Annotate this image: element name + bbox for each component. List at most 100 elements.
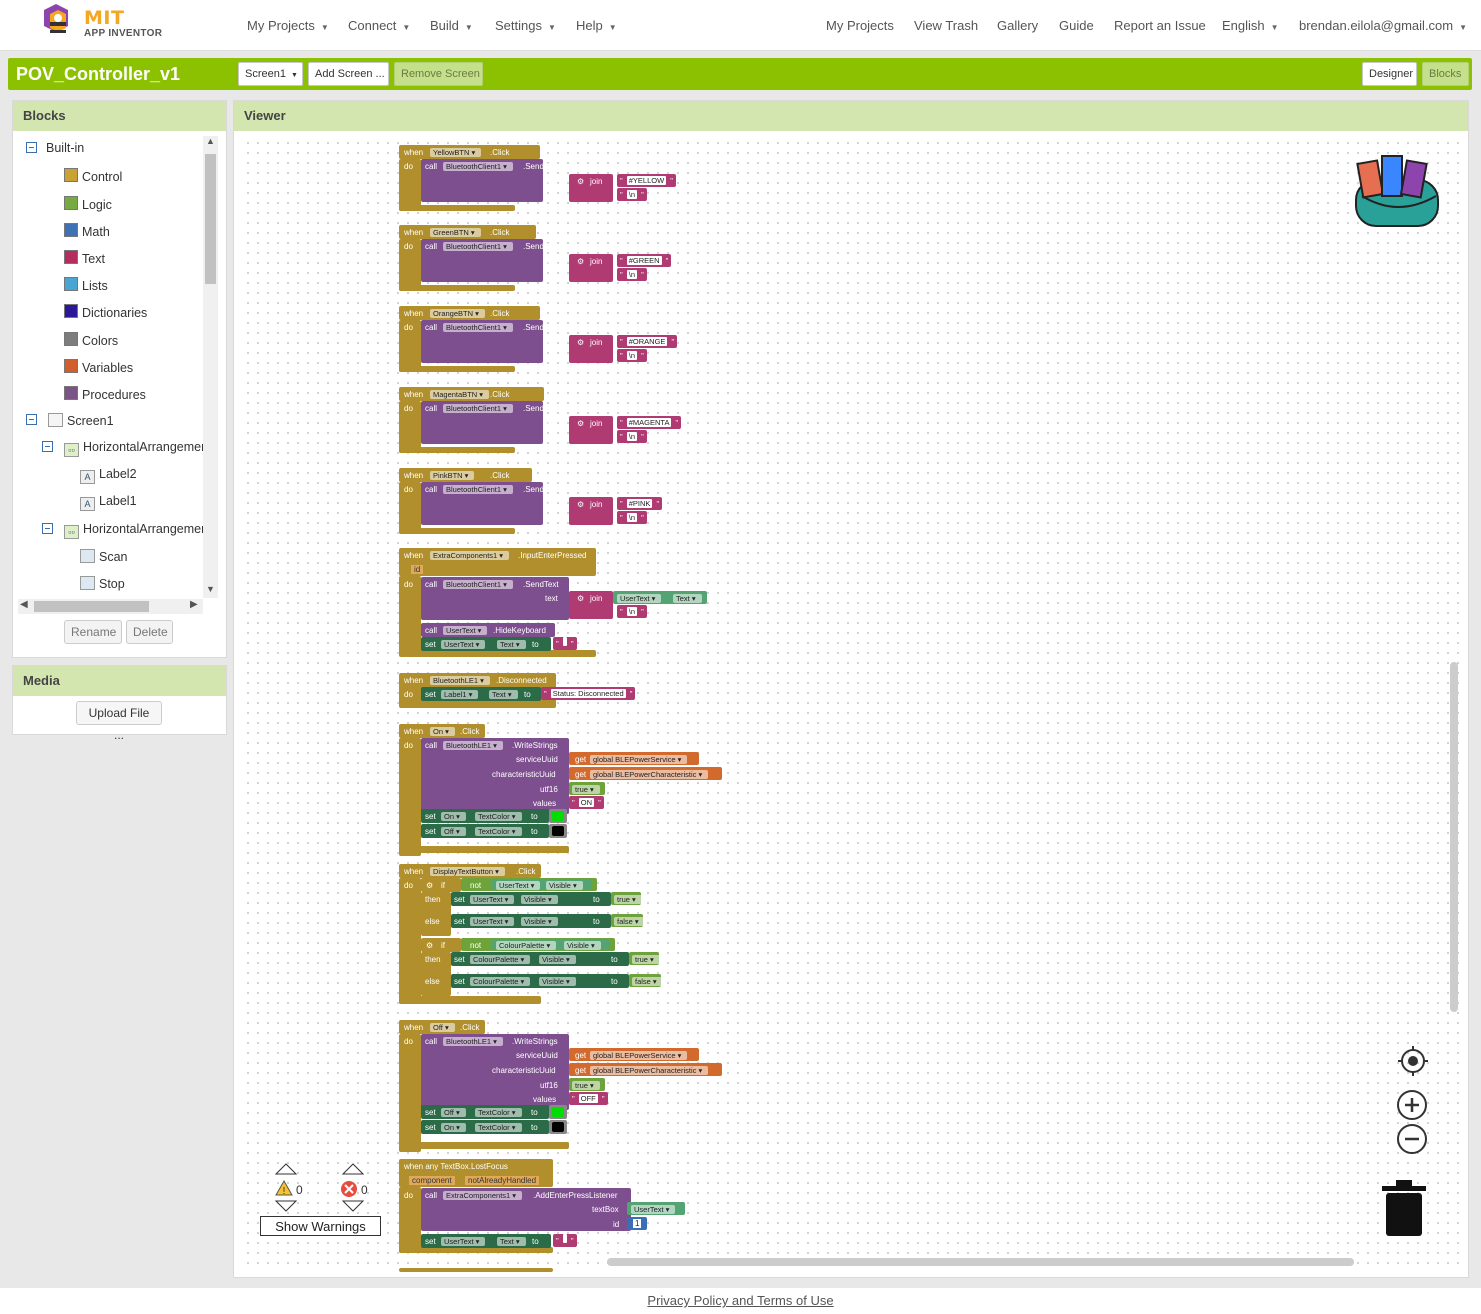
workspace-horizontal-scrollbar[interactable] [607, 1258, 1354, 1266]
nav-gallery[interactable]: Gallery [997, 18, 1038, 33]
nav-report-issue[interactable]: Report an Issue [1114, 18, 1206, 33]
property-dropdown[interactable]: Visible ▾ [564, 941, 601, 950]
component-dropdown[interactable]: On ▾ [441, 1123, 466, 1132]
component-dropdown[interactable]: BluetoothClient1 ▾ [443, 242, 513, 251]
scroll-right-icon[interactable]: ▶ [190, 599, 198, 610]
color-swatch-icon[interactable] [552, 826, 564, 836]
collapse-icon[interactable] [42, 523, 53, 534]
component-dropdown[interactable]: UserText ▾ [443, 626, 488, 635]
text-string-block[interactable]: " #ORANGE " [617, 335, 678, 348]
event-component-dropdown[interactable]: MagentaBTN ▾ [430, 390, 490, 399]
privacy-policy-link[interactable]: Privacy Policy and Terms of Use [647, 1293, 833, 1308]
blocks-button[interactable]: Blocks [1422, 62, 1469, 86]
empty-string-block[interactable]: " " [553, 1234, 577, 1247]
nav-account[interactable]: brendan.eilola@gmail.com ▼ [1299, 18, 1467, 33]
nav-view-trash[interactable]: View Trash [914, 18, 978, 33]
nav-help[interactable]: Help ▼ [576, 18, 617, 33]
value-string-block[interactable]: " OFF " [569, 1092, 608, 1105]
tree-label1[interactable]: A Label1 [80, 494, 137, 511]
event-block-body[interactable] [399, 1034, 421, 1152]
collapse-icon[interactable] [42, 441, 53, 452]
property-dropdown[interactable]: Text ▾ [673, 594, 702, 603]
property-dropdown[interactable]: Visible ▾ [539, 955, 576, 964]
boolean-dropdown[interactable]: true ▾ [632, 955, 660, 964]
property-dropdown[interactable]: Visible ▾ [521, 917, 558, 926]
set-label1-text-block[interactable] [421, 687, 541, 701]
event-component-dropdown[interactable]: YellowBTN ▾ [430, 148, 482, 157]
tree-procedures[interactable]: Procedures [64, 386, 146, 402]
scroll-thumb[interactable] [205, 154, 216, 284]
event-block-bottom[interactable] [399, 205, 515, 211]
boolean-dropdown[interactable]: true ▾ [614, 895, 642, 904]
newline-string-block[interactable]: " \n " [617, 268, 647, 281]
property-dropdown[interactable]: Visible ▾ [546, 881, 583, 890]
variable-dropdown[interactable]: global BLEPowerCharacteristic ▾ [590, 1066, 709, 1075]
property-dropdown[interactable]: Text ▾ [497, 1237, 526, 1246]
app-inventor-logo[interactable]: MIT APP INVENTOR [36, 4, 166, 44]
newline-string-block[interactable]: " \n " [617, 605, 647, 618]
event-block-bottom[interactable] [399, 447, 515, 453]
event-block-bottom[interactable] [399, 1142, 569, 1149]
nav-build[interactable]: Build ▼ [430, 18, 473, 33]
event-block-bottom[interactable] [399, 366, 515, 372]
error-up-arrow-icon[interactable] [342, 1163, 364, 1175]
color-swatch-icon[interactable] [552, 1122, 564, 1132]
color-swatch-icon[interactable] [552, 1107, 564, 1117]
component-dropdown[interactable]: On ▾ [441, 812, 466, 821]
warn-up-arrow-icon[interactable] [275, 1163, 297, 1175]
event-component-dropdown[interactable]: PinkBTN ▾ [430, 471, 475, 480]
component-dropdown[interactable]: ColourPalette ▾ [496, 941, 557, 950]
event-block-bottom[interactable] [399, 846, 569, 853]
text-string-block[interactable]: " #PINK " [617, 497, 663, 510]
variable-dropdown[interactable]: global BLEPowerService ▾ [590, 755, 688, 764]
event-block-body[interactable] [399, 738, 421, 856]
event-component-dropdown[interactable]: DisplayTextButton ▾ [430, 867, 505, 876]
event-block-bottom[interactable] [399, 650, 596, 657]
backpack-icon[interactable] [1352, 148, 1444, 232]
status-string-block[interactable]: " Status: Disconnected " [541, 687, 636, 700]
property-dropdown[interactable]: Visible ▾ [521, 895, 558, 904]
trash-icon[interactable] [1382, 1180, 1426, 1238]
newline-string-block[interactable]: " \n " [617, 511, 647, 524]
property-dropdown[interactable]: TextColor ▾ [475, 812, 522, 821]
rename-button[interactable]: Rename [64, 620, 122, 644]
property-dropdown[interactable]: Text ▾ [489, 690, 518, 699]
show-warnings-button[interactable]: Show Warnings [260, 1216, 381, 1236]
variable-dropdown[interactable]: global BLEPowerService ▾ [590, 1051, 688, 1060]
color-swatch-icon[interactable] [552, 811, 564, 821]
component-dropdown[interactable]: BluetoothClient1 ▾ [443, 580, 513, 589]
scroll-left-icon[interactable]: ◀ [20, 599, 28, 610]
text-string-block[interactable]: " #YELLOW " [617, 174, 676, 187]
component-dropdown[interactable]: BluetoothLE1 ▾ [443, 1037, 503, 1046]
nav-settings[interactable]: Settings ▼ [495, 18, 556, 33]
component-dropdown[interactable]: BluetoothClient1 ▾ [443, 485, 513, 494]
component-dropdown[interactable]: UserText ▾ [470, 895, 515, 904]
workspace-vertical-scrollbar[interactable] [1450, 662, 1458, 1012]
component-dropdown[interactable]: UserText ▾ [617, 594, 662, 603]
designer-button[interactable]: Designer [1362, 62, 1417, 86]
event-component-dropdown[interactable]: GreenBTN ▾ [430, 228, 481, 237]
nav-my-projects[interactable]: My Projects ▼ [247, 18, 329, 33]
remove-screen-button[interactable]: Remove Screen [394, 62, 483, 86]
event-component-dropdown[interactable]: Off ▾ [430, 1023, 455, 1032]
boolean-dropdown[interactable]: false ▾ [632, 977, 663, 986]
property-dropdown[interactable]: TextColor ▾ [475, 827, 522, 836]
tree-dictionaries[interactable]: Dictionaries [64, 304, 147, 320]
tree-text[interactable]: Text [64, 250, 105, 266]
component-dropdown[interactable]: UserText ▾ [631, 1205, 676, 1214]
component-dropdown[interactable]: BluetoothClient1 ▾ [443, 162, 513, 171]
tree-horizontal-arrangement-1[interactable]: ▫▫ HorizontalArrangemen [64, 440, 208, 457]
event-block-bottom[interactable] [399, 996, 541, 1004]
upload-file-button[interactable]: Upload File ... [76, 701, 162, 742]
tree-logic[interactable]: Logic [64, 196, 112, 212]
screen-select[interactable]: Screen1 ▼ [238, 62, 303, 86]
zoom-in-icon[interactable] [1396, 1089, 1428, 1121]
component-dropdown[interactable]: BluetoothClient1 ▾ [443, 404, 513, 413]
component-dropdown[interactable]: Off ▾ [441, 827, 466, 836]
event-block-body[interactable] [399, 878, 421, 1004]
boolean-dropdown[interactable]: true ▾ [572, 785, 600, 794]
collapse-icon[interactable] [26, 414, 37, 425]
tree-colors[interactable]: Colors [64, 332, 118, 348]
property-dropdown[interactable]: Text ▾ [497, 640, 526, 649]
component-dropdown[interactable]: ColourPalette ▾ [470, 977, 531, 986]
